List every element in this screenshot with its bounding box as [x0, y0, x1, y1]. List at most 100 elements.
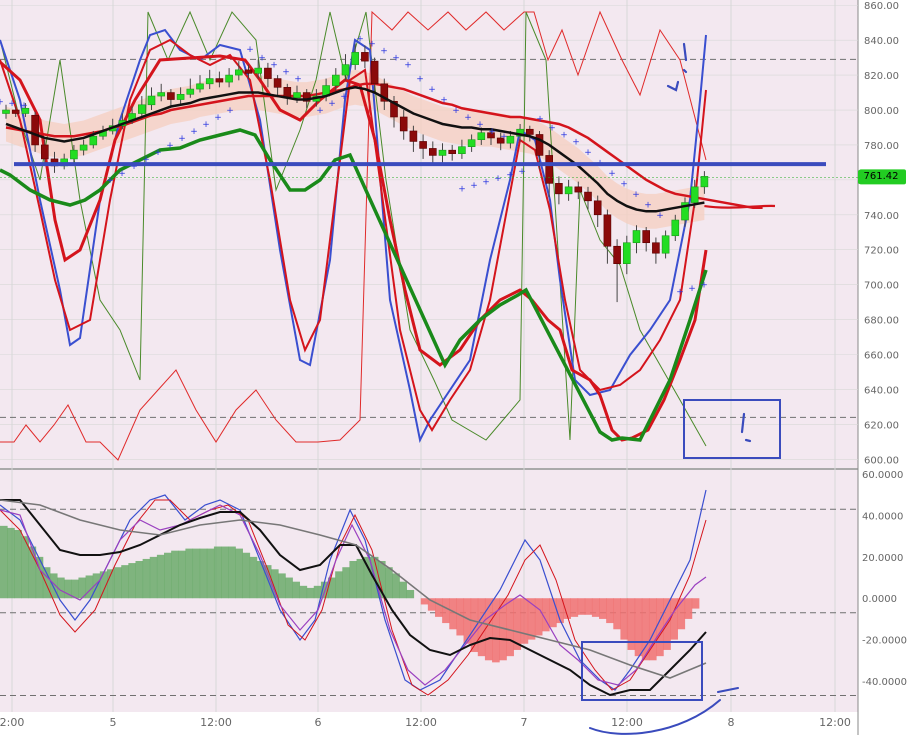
hist-bar-positive: [342, 567, 350, 599]
candle-up: [196, 83, 204, 90]
candle-down: [525, 128, 534, 135]
candle-down: [652, 242, 660, 254]
hist-bar-positive: [306, 587, 315, 599]
psar-dot: +: [620, 179, 628, 189]
price-tick-label: 740.00: [864, 211, 899, 222]
candle-up: [157, 92, 165, 97]
candle-up: [458, 146, 466, 154]
candle-up: [70, 149, 78, 160]
candle-down: [31, 114, 39, 146]
hist-bar-negative: [463, 598, 472, 644]
candle-up: [147, 95, 156, 106]
psar-dot: +: [500, 132, 508, 142]
psar-dot: +: [328, 99, 336, 109]
candle-down: [428, 148, 437, 156]
price-tick-label: 700.00: [864, 281, 899, 292]
osc-tick-label: 40.0000: [862, 512, 903, 523]
psar-dot: +: [536, 115, 544, 125]
candle-down: [555, 183, 563, 195]
osc-tick-label: 60.0000: [862, 470, 903, 481]
hist-bar-negative: [506, 598, 514, 657]
candle-up: [632, 230, 641, 244]
psar-dot: +: [688, 284, 696, 294]
psar-dot: +: [458, 185, 466, 195]
time-tick-label: 2:00: [0, 716, 24, 729]
chart-canvas[interactable]: + + + + + + + + + + + + + + + + + + + + + + + + + + + + + + + + + + + + + + + +…: [0, 0, 908, 735]
candle-down: [244, 69, 253, 74]
psar-dot: +: [494, 174, 502, 184]
psar-dot: +: [440, 96, 448, 106]
hist-bar-negative: [634, 598, 643, 657]
candle-up: [254, 67, 262, 74]
candle-down: [642, 230, 651, 244]
hist-bar-negative: [534, 598, 543, 636]
candle-down: [11, 109, 20, 114]
hist-bar-negative: [577, 598, 586, 615]
candle-down: [399, 116, 408, 132]
psar-dot: +: [0, 97, 4, 107]
current-price-tag-text: 761.42: [858, 170, 904, 184]
psar-dot: +: [572, 137, 580, 147]
hist-bar-positive: [192, 548, 201, 599]
price-pane: [0, 0, 858, 468]
hist-bar-positive: [156, 554, 165, 599]
candle-down: [370, 60, 379, 85]
hist-bar-positive: [278, 573, 286, 599]
hist-bar-negative: [527, 598, 536, 640]
hist-bar-positive: [114, 567, 122, 599]
psar-dot: +: [258, 54, 266, 64]
time-tick-label: 12:00: [819, 716, 851, 729]
hist-bar-positive: [299, 585, 308, 599]
psar-dot: +: [20, 101, 28, 111]
candle-up: [2, 109, 10, 114]
hist-bar-positive: [142, 558, 151, 599]
osc-tick-label: 20.0000: [862, 553, 903, 564]
candle-up: [331, 74, 340, 86]
price-tick-label: 840.00: [864, 36, 899, 47]
hist-bar-negative: [584, 598, 593, 615]
price-tick-label: 780.00: [864, 141, 899, 152]
hist-bar-positive: [349, 561, 358, 599]
hist-bar-positive: [406, 589, 415, 599]
candle-up: [293, 92, 301, 99]
hist-bar-positive: [206, 548, 215, 599]
hist-bar-negative: [520, 598, 529, 644]
psar-dot: +: [270, 61, 278, 71]
candle-up: [235, 69, 243, 76]
candle-down: [273, 78, 282, 88]
candle-down: [574, 186, 583, 193]
candle-up: [79, 144, 88, 151]
psar-dot: +: [488, 127, 496, 137]
psar-dot: +: [356, 34, 364, 44]
candle-up: [341, 64, 350, 76]
hist-bar-positive: [249, 556, 258, 599]
candle-down: [215, 78, 224, 83]
osc-tick-label: 0.0000: [862, 594, 897, 605]
psar-dot: +: [282, 68, 290, 78]
hist-bar-positive: [199, 548, 208, 599]
time-tick-label: 12:00: [611, 716, 643, 729]
psar-dot: +: [700, 281, 708, 291]
hist-bar-negative: [442, 598, 450, 624]
psar-dot: +: [294, 75, 302, 85]
candle-up: [186, 88, 195, 95]
psar-dot: +: [676, 288, 684, 298]
psar-dot: +: [392, 54, 400, 64]
psar-dot: +: [404, 61, 412, 71]
candle-up: [467, 139, 476, 147]
psar-dot: +: [340, 92, 348, 102]
hist-bar-negative: [606, 598, 614, 624]
psar-dot: +: [656, 211, 664, 221]
hist-bar-negative: [570, 598, 579, 617]
psar-dot: +: [482, 178, 490, 188]
trading-chart[interactable]: + + + + + + + + + + + + + + + + + + + + + + + + + + + + + + + + + + + + + + + +…: [0, 0, 908, 735]
psar-dot: +: [464, 113, 472, 123]
hist-bar-negative: [691, 598, 700, 609]
psar-dot: +: [428, 85, 436, 95]
time-tick-label: 8: [728, 716, 735, 729]
candle-down: [40, 144, 49, 160]
hist-bar-positive: [7, 527, 15, 599]
price-tick-label: 600.00: [864, 455, 899, 466]
hist-bar-positive: [171, 550, 179, 599]
psar-dot: +: [246, 45, 254, 55]
